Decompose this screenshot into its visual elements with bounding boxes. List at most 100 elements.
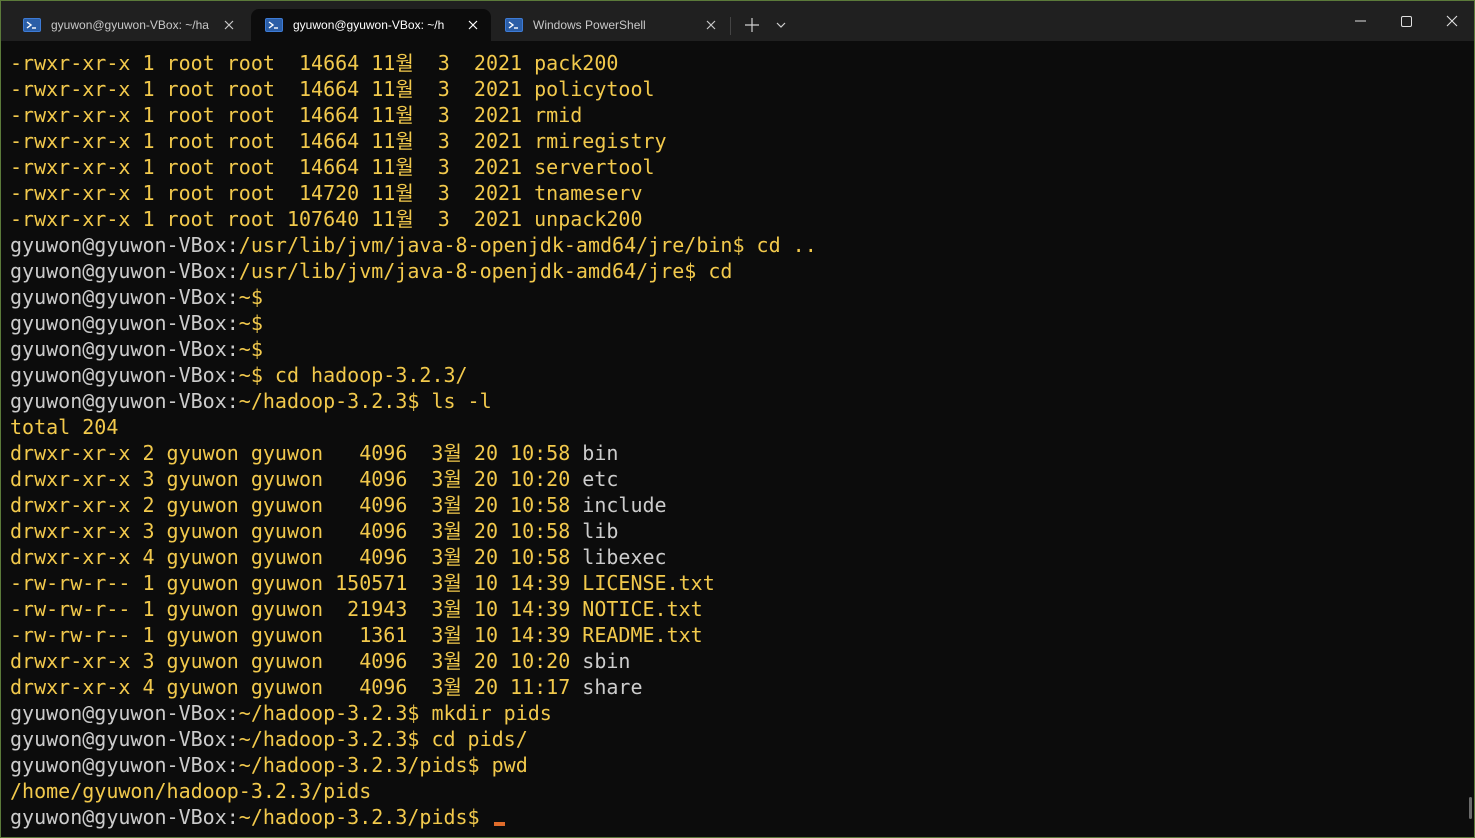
minimize-icon [1354,20,1366,22]
close-icon [1446,15,1458,27]
terminal-text: gyuwon@gyuwon-VBox: [10,805,239,829]
terminal-line: -rwxr-xr-x 1 root root 14664 11월 3 2021 … [10,154,1460,180]
terminal-text: drwxr-xr-x 2 gyuwon gyuwon 4096 3월 20 10… [10,441,583,465]
terminal-text: libexec [582,545,667,569]
terminal-text: gyuwon@gyuwon-VBox: [10,233,239,257]
terminal-text: etc [582,467,619,491]
terminal-line: drwxr-xr-x 3 gyuwon gyuwon 4096 3월 20 10… [10,518,1460,544]
tab-windows-powershell[interactable]: Windows PowerShell [491,9,729,41]
maximize-icon [1400,15,1412,27]
terminal-text: include [582,493,667,517]
title-bar: gyuwon@gyuwon-VBox: ~/ha gyuwon@gyuwon-V… [1,1,1474,41]
terminal-text: ~/hadoop-3.2.3$ cd pids/ [238,727,528,751]
terminal-text: unpack200 [534,207,643,231]
terminal-line: gyuwon@gyuwon-VBox:~$ cd hadoop-3.2.3/ [10,362,1460,388]
terminal-text: -rw-rw-r-- 1 gyuwon gyuwon 1361 3월 10 14… [10,623,583,647]
terminal-line: gyuwon@gyuwon-VBox:~/hadoop-3.2.3$ mkdir… [10,700,1460,726]
terminal-line: gyuwon@gyuwon-VBox:~$ [10,336,1460,362]
terminal-line: gyuwon@gyuwon-VBox:~$ [10,284,1460,310]
terminal-line: /home/gyuwon/hadoop-3.2.3/pids [10,778,1460,804]
terminal-line: gyuwon@gyuwon-VBox:~/hadoop-3.2.3/pids$ … [10,752,1460,778]
terminal-text: gyuwon@gyuwon-VBox: [10,389,239,413]
terminal-text: drwxr-xr-x 3 gyuwon gyuwon 4096 3월 20 10… [10,467,583,491]
terminal-text: drwxr-xr-x 2 gyuwon gyuwon 4096 3월 20 10… [10,493,583,517]
terminal-text: ~$ cd hadoop-3.2.3/ [238,363,468,387]
terminal-text: sbin [582,649,631,673]
terminal-text: ~$ [238,337,263,361]
terminal-text: -rwxr-xr-x 1 root root 14664 11월 3 2021 [10,51,535,75]
powershell-icon [265,18,283,32]
terminal-window: gyuwon@gyuwon-VBox: ~/ha gyuwon@gyuwon-V… [0,0,1475,838]
terminal-text: ~/hadoop-3.2.3$ ls -l [238,389,492,413]
close-icon [468,20,478,30]
scrollbar-thumb[interactable] [1469,797,1472,819]
terminal-line: -rwxr-xr-x 1 root root 14664 11월 3 2021 … [10,50,1460,76]
terminal-line: gyuwon@gyuwon-VBox:/usr/lib/jvm/java-8-o… [10,258,1460,284]
terminal-text: /home/gyuwon/hadoop-3.2.3/pids [10,779,372,803]
terminal-line: drwxr-xr-x 3 gyuwon gyuwon 4096 3월 20 10… [10,648,1460,674]
terminal-text: -rwxr-xr-x 1 root root 14664 11월 3 2021 [10,103,535,127]
terminal-text: gyuwon@gyuwon-VBox: [10,337,239,361]
terminal-line: drwxr-xr-x 4 gyuwon gyuwon 4096 3월 20 10… [10,544,1460,570]
terminal-text: bin [582,441,619,465]
tab-title: gyuwon@gyuwon-VBox: ~/ha [51,18,209,32]
plus-icon [745,18,759,32]
terminal-output[interactable]: -rwxr-xr-x 1 root root 14664 11월 3 2021 … [10,50,1460,832]
tab-title: Windows PowerShell [533,18,646,32]
terminal-text: rmiregistry [534,129,667,153]
terminal-text: gyuwon@gyuwon-VBox: [10,311,239,335]
terminal-text: rmid [534,103,583,127]
terminal-text: gyuwon@gyuwon-VBox: [10,701,239,725]
terminal-line: total 204 [10,414,1460,440]
minimize-button[interactable] [1337,1,1383,41]
terminal-line: -rwxr-xr-x 1 root root 14664 11월 3 2021 … [10,128,1460,154]
terminal-text: -rwxr-xr-x 1 root root 14664 11월 3 2021 [10,155,535,179]
terminal-text: tnameserv [534,181,643,205]
terminal-text: -rwxr-xr-x 1 root root 107640 11월 3 2021 [10,207,535,231]
terminal-line: -rwxr-xr-x 1 root root 14664 11월 3 2021 … [10,76,1460,102]
tab-dropdown-button[interactable] [769,9,793,41]
terminal-line: -rw-rw-r-- 1 gyuwon gyuwon 150571 3월 10 … [10,570,1460,596]
terminal-text: ~/hadoop-3.2.3/pids$ [238,805,492,829]
terminal-text: drwxr-xr-x 4 gyuwon gyuwon 4096 3월 20 11… [10,675,583,699]
terminal-text: -rwxr-xr-x 1 root root 14664 11월 3 2021 [10,77,535,101]
tab-close-button[interactable] [219,15,239,35]
terminal-text: NOTICE.txt [582,597,703,621]
tab-ubuntu-1[interactable]: gyuwon@gyuwon-VBox: ~/ha [9,9,247,41]
close-icon [706,20,716,30]
close-icon [224,20,234,30]
maximize-button[interactable] [1383,1,1429,41]
terminal-text: README.txt [582,623,703,647]
terminal-text: ~/hadoop-3.2.3$ mkdir pids [238,701,552,725]
terminal-text: gyuwon@gyuwon-VBox: [10,753,239,777]
tab-ubuntu-2[interactable]: gyuwon@gyuwon-VBox: ~/h [251,9,491,41]
tab-title: gyuwon@gyuwon-VBox: ~/h [293,18,445,32]
terminal-text: ~/hadoop-3.2.3/pids$ pwd [238,753,528,777]
terminal-text: /usr/lib/jvm/java-8-openjdk-amd64/jre/bi… [238,233,817,257]
terminal-line: drwxr-xr-x 3 gyuwon gyuwon 4096 3월 20 10… [10,466,1460,492]
terminal-text: pack200 [534,51,619,75]
terminal-text: -rwxr-xr-x 1 root root 14664 11월 3 2021 [10,129,535,153]
terminal-text: drwxr-xr-x 4 gyuwon gyuwon 4096 3월 20 10… [10,545,583,569]
terminal-text: gyuwon@gyuwon-VBox: [10,259,239,283]
tab-close-button[interactable] [701,15,721,35]
text-cursor [493,822,505,826]
terminal-line: -rwxr-xr-x 1 root root 107640 11월 3 2021… [10,206,1460,232]
terminal-text: /usr/lib/jvm/java-8-openjdk-amd64/jre$ c… [238,259,733,283]
terminal-text: ~$ [238,285,263,309]
terminal-text: gyuwon@gyuwon-VBox: [10,285,239,309]
terminal-text: total 204 [10,415,119,439]
close-window-button[interactable] [1429,1,1474,41]
tab-separator [730,17,731,35]
terminal-line: gyuwon@gyuwon-VBox:~/hadoop-3.2.3$ ls -l [10,388,1460,414]
terminal-text: servertool [534,155,655,179]
terminal-text: -rw-rw-r-- 1 gyuwon gyuwon 150571 3월 10 … [10,571,583,595]
terminal-line: gyuwon@gyuwon-VBox:~$ [10,310,1460,336]
new-tab-button[interactable] [737,9,767,41]
terminal-text: gyuwon@gyuwon-VBox: [10,727,239,751]
terminal-line: -rw-rw-r-- 1 gyuwon gyuwon 21943 3월 10 1… [10,596,1460,622]
tab-close-button[interactable] [463,15,483,35]
terminal-text: policytool [534,77,655,101]
terminal-line: drwxr-xr-x 2 gyuwon gyuwon 4096 3월 20 10… [10,492,1460,518]
terminal-line: gyuwon@gyuwon-VBox:~/hadoop-3.2.3$ cd pi… [10,726,1460,752]
